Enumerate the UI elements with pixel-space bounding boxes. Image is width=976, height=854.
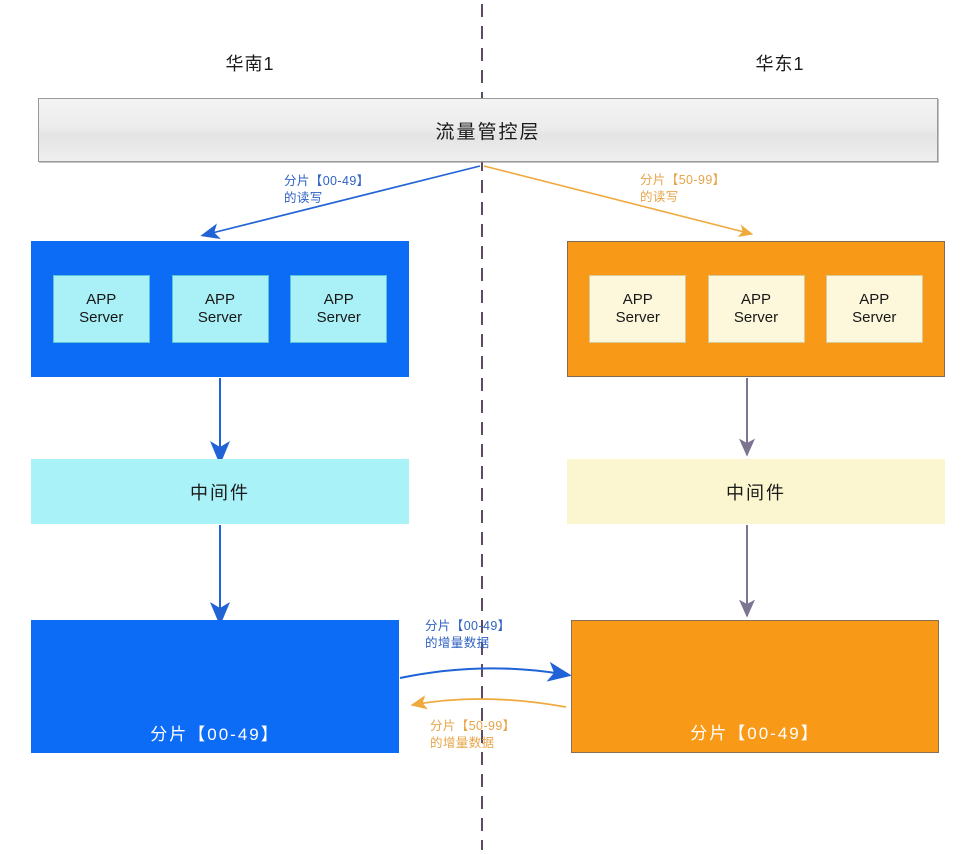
app-server-label-line2: Server — [615, 309, 660, 326]
edge-label-line2: 的读写 — [640, 190, 679, 205]
edge-sync-left-to-right — [399, 661, 572, 682]
middleware-label-left: 中间件 — [190, 482, 250, 503]
app-server-right-1: APP Server — [589, 275, 687, 343]
shard-label-left: 分片【00-49】 — [150, 725, 280, 744]
app-server-label-line1: APP — [323, 290, 354, 308]
diagram-canvas: 华南1 华东1 流量管控层 APP Server APP Server APP … — [0, 0, 976, 854]
app-server-label-line2: Server — [852, 309, 897, 326]
middleware-box-right: 中间件 — [567, 459, 945, 524]
app-server-label-line1: APP — [622, 290, 653, 308]
app-server-left-3: APP Server — [290, 275, 388, 343]
app-server-label-line2: Server — [79, 309, 124, 326]
shard-band-left: 分片【00-49】 — [31, 620, 399, 753]
traffic-control-layer: 流量管控层 — [38, 98, 938, 162]
app-server-label-line2: Server — [197, 309, 243, 326]
app-server-label-line2: Server — [733, 309, 779, 326]
shard-label-right: 分片【00-49】 — [690, 724, 820, 743]
app-server-left-2: APP Server — [171, 275, 269, 343]
edge-label-read-write-left: 分片【00-49】 的读写 — [284, 173, 370, 208]
app-server-label-line1: APP — [204, 290, 235, 308]
edge-label-line2: 的增量数据 — [425, 636, 490, 651]
region-title-right: 华东1 — [755, 54, 805, 74]
edge-label-line1: 分片【00-49】 — [284, 174, 370, 188]
app-server-right-2: APP Server — [707, 275, 805, 343]
edge-label-line1: 分片【00-49】 — [425, 619, 511, 633]
app-server-label-line2: Server — [316, 309, 361, 326]
edge-sync-right-to-left — [410, 695, 567, 710]
app-server-band-left: APP Server APP Server APP Server — [31, 241, 409, 377]
edge-label-line1: 分片【50-99】 — [640, 173, 726, 187]
app-server-left-1: APP Server — [52, 275, 150, 343]
shard-band-right: 分片【00-49】 — [571, 620, 939, 753]
app-server-label-line1: APP — [86, 290, 117, 308]
edge-label-line2: 的增量数据 — [430, 736, 495, 751]
app-server-right-3: APP Server — [825, 275, 923, 343]
app-server-label-line1: APP — [859, 290, 890, 308]
edge-label-sync-right-to-left: 分片【50-99】 的增量数据 — [430, 718, 516, 753]
edge-label-line2: 的读写 — [284, 191, 323, 206]
app-server-band-right: APP Server APP Server APP Server — [567, 241, 945, 377]
region-title-left: 华南1 — [225, 54, 275, 74]
edge-label-line1: 分片【50-99】 — [430, 719, 516, 733]
middleware-label-right: 中间件 — [726, 482, 786, 503]
traffic-control-layer-label: 流量管控层 — [435, 121, 541, 143]
edge-label-sync-left-to-right: 分片【00-49】 的增量数据 — [425, 618, 511, 653]
app-server-label-line1: APP — [740, 290, 771, 308]
middleware-box-left: 中间件 — [31, 459, 409, 524]
edge-label-read-write-right: 分片【50-99】 的读写 — [640, 172, 726, 207]
